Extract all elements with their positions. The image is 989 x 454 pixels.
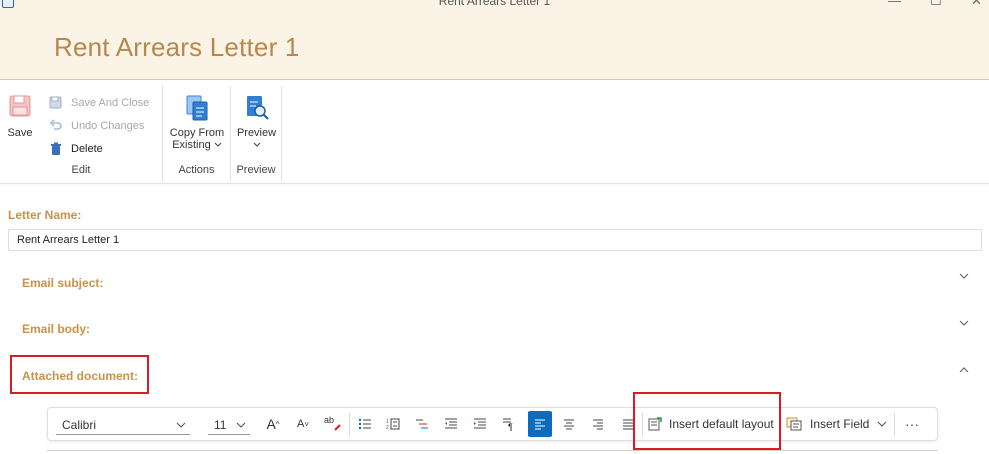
save-label: Save <box>7 127 33 139</box>
email-body-header[interactable]: Email body: <box>22 322 90 336</box>
chevron-down-icon[interactable] <box>958 270 970 282</box>
page-header: Rent Arrears Letter 1 <box>0 16 989 80</box>
undo-icon <box>49 119 62 130</box>
pen-icon <box>334 424 341 431</box>
chevron-down-icon <box>176 422 186 428</box>
decrease-indent-button[interactable] <box>440 408 462 440</box>
delete-label: Delete <box>71 143 103 155</box>
edit-group-label: Edit <box>71 164 91 176</box>
preview-label: Preview <box>236 127 277 139</box>
align-center-icon <box>564 419 574 430</box>
letter-name-label: Letter Name: <box>8 208 82 222</box>
highlight-icon: ab <box>323 415 334 425</box>
preview-group-label: Preview <box>236 164 276 176</box>
delete-button[interactable]: Delete <box>49 140 103 158</box>
save-and-close-icon <box>49 96 62 109</box>
toolbar-separator <box>894 413 895 437</box>
increase-indent-button[interactable] <box>469 408 491 440</box>
close-button[interactable]: ✕ <box>971 0 982 9</box>
insert-field-label: Insert Field <box>810 417 870 431</box>
chevron-down-icon <box>214 142 222 147</box>
copy-from-label-2: Existing <box>167 139 227 151</box>
page-title: Rent Arrears Letter 1 <box>54 32 300 62</box>
align-right-icon <box>593 419 603 430</box>
align-left-button[interactable] <box>528 411 552 437</box>
email-subject-header[interactable]: Email subject: <box>22 276 103 290</box>
save-and-close-label: Save And Close <box>71 97 150 109</box>
actions-group-label: Actions <box>178 164 215 176</box>
shrink-font-button[interactable]: A ˅ <box>292 408 314 440</box>
chevron-down-icon[interactable] <box>958 317 970 329</box>
highlight-insert-default-layout <box>633 392 781 450</box>
copy-from-existing-button[interactable]: Copy From Existing <box>167 94 227 151</box>
highlight-button[interactable]: ab <box>321 408 345 440</box>
trash-icon <box>51 142 61 155</box>
grow-font-icon: A <box>266 416 276 432</box>
numbered-list-button[interactable]: 1 2 <box>382 408 404 440</box>
minimize-button[interactable]: — <box>888 0 901 8</box>
ribbon-group-edit: Save Save And Close Undo Changes Delete <box>0 86 163 182</box>
multilevel-list-button[interactable] <box>411 408 433 440</box>
paragraph-marks-icon: ¶ <box>503 418 513 431</box>
chevron-down-icon <box>253 142 260 147</box>
svg-text:2: 2 <box>386 425 389 430</box>
title-bar: Rent Arrears Letter 1 — ☐ ✕ <box>0 0 989 16</box>
font-family-value: Calibri <box>62 417 97 432</box>
increase-indent-icon <box>474 418 486 429</box>
insert-field-icon <box>786 417 802 431</box>
chevron-up-icon[interactable] <box>958 364 970 376</box>
maximize-button[interactable]: ☐ <box>930 0 942 9</box>
font-family-select[interactable]: Calibri <box>56 415 190 435</box>
preview-icon <box>246 96 269 120</box>
chevron-down-icon <box>236 422 246 428</box>
svg-text:¶: ¶ <box>508 422 513 431</box>
more-icon: ··· <box>905 416 919 432</box>
letter-name-input[interactable] <box>8 229 982 251</box>
multilevel-list-icon <box>416 419 428 429</box>
undo-changes-label: Undo Changes <box>71 120 145 132</box>
window-title: Rent Arrears Letter 1 <box>438 0 551 8</box>
toolbar-separator <box>349 413 350 437</box>
insert-field-button[interactable]: Insert Field <box>786 408 890 440</box>
decrease-indent-icon <box>445 418 457 429</box>
bullet-list-icon <box>358 418 371 430</box>
formatting-toolbar: Calibri 11 A ^ A ˅ ab 1 2 ¶ Insert defau… <box>47 407 938 441</box>
copy-document-icon <box>186 95 208 121</box>
more-options-button[interactable]: ··· <box>900 408 924 440</box>
undo-changes-button[interactable]: Undo Changes <box>49 117 144 135</box>
show-formatting-button[interactable]: ¶ <box>498 408 520 440</box>
document-editor-area[interactable] <box>47 450 938 454</box>
align-center-button[interactable] <box>558 408 580 440</box>
save-button[interactable]: Save <box>6 94 34 139</box>
save-and-close-button[interactable]: Save And Close <box>49 94 149 112</box>
copy-from-label-1: Copy From <box>169 127 225 139</box>
shrink-font-icon: A <box>296 418 305 430</box>
ribbon-group-preview: Preview Preview <box>231 86 282 182</box>
chevron-down-icon <box>877 421 887 427</box>
ribbon-group-actions: Copy From Existing Actions <box>163 86 231 182</box>
font-size-value: 11 <box>214 417 227 432</box>
bullet-list-button[interactable] <box>354 408 376 440</box>
align-left-icon <box>535 419 545 430</box>
grow-font-button[interactable]: A ^ <box>262 408 284 440</box>
save-icon <box>9 95 31 117</box>
numbered-list-icon: 1 2 <box>386 418 400 430</box>
font-size-select[interactable]: 11 <box>208 415 250 435</box>
ribbon: Save Save And Close Undo Changes Delete <box>0 86 989 184</box>
preview-button[interactable]: Preview <box>233 94 280 151</box>
align-right-button[interactable] <box>587 408 609 440</box>
highlight-attached-document <box>10 355 149 394</box>
